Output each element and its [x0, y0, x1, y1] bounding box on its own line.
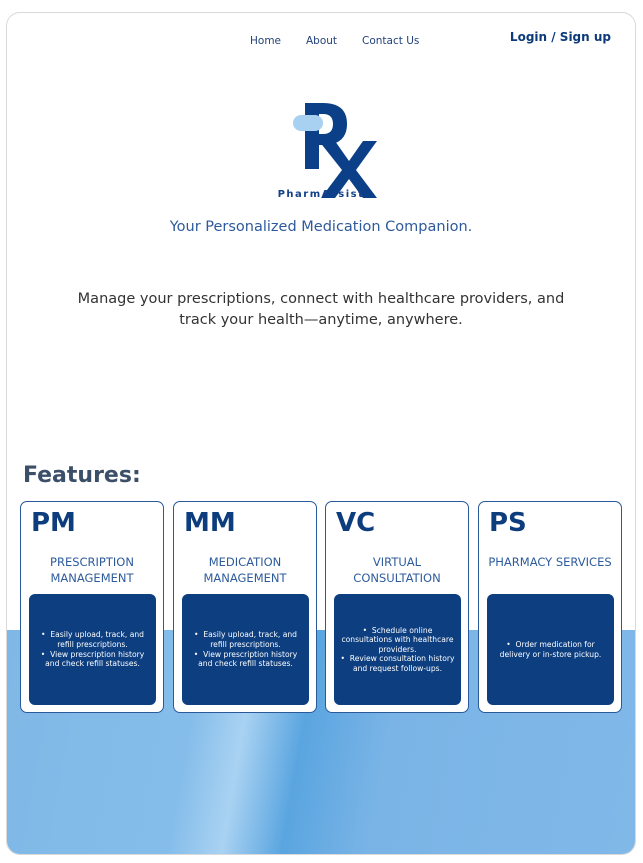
- nav-contact-link[interactable]: Contact Us: [362, 35, 419, 47]
- brand-tagline: Your Personalized Medication Companion.: [169, 219, 473, 235]
- page-frame: Home About Contact Us Login / Sign up Ph…: [6, 12, 636, 855]
- feature-bullet-list: Easily upload, track, and refill prescri…: [182, 630, 309, 668]
- feature-bullet: Review consultation history and request …: [338, 654, 457, 673]
- login-signup-link[interactable]: Login / Sign up: [510, 30, 611, 44]
- brand-name: PharmAssist: [277, 189, 365, 200]
- feature-card-prescription-management[interactable]: PM PRESCRIPTION MANAGEMENT Easily upload…: [20, 501, 164, 713]
- feature-details-box: Order medication for delivery or in-stor…: [487, 594, 614, 705]
- feature-title: PRESCRIPTION MANAGEMENT: [50, 555, 134, 585]
- feature-abbreviation: VC: [336, 508, 376, 538]
- feature-bullet: View prescription history and check refi…: [33, 650, 152, 669]
- feature-bullet-list: Order medication for delivery or in-stor…: [487, 640, 614, 659]
- feature-bullet-list: Schedule online consultations with healt…: [334, 626, 461, 674]
- feature-title: VIRTUAL CONSULTATION: [353, 555, 441, 585]
- feature-details-box: Easily upload, track, and refill prescri…: [29, 594, 156, 705]
- feature-card-virtual-consultation[interactable]: VC VIRTUAL CONSULTATION Schedule online …: [325, 501, 469, 713]
- hero-description: Manage your prescriptions, connect with …: [77, 291, 565, 328]
- feature-details-box: Schedule online consultations with healt…: [334, 594, 461, 705]
- feature-bullet: Easily upload, track, and refill prescri…: [33, 630, 152, 649]
- feature-bullet-list: Easily upload, track, and refill prescri…: [29, 630, 156, 668]
- feature-bullet: View prescription history and check refi…: [186, 650, 305, 669]
- nav-about-link[interactable]: About: [306, 35, 337, 47]
- feature-title: MEDICATION MANAGEMENT: [203, 555, 287, 585]
- nav-home-link[interactable]: Home: [250, 35, 281, 47]
- feature-details-box: Easily upload, track, and refill prescri…: [182, 594, 309, 705]
- feature-card-medication-management[interactable]: MM MEDICATION MANAGEMENT Easily upload, …: [173, 501, 317, 713]
- feature-bullet: Easily upload, track, and refill prescri…: [186, 630, 305, 649]
- feature-bullet: Order medication for delivery or in-stor…: [491, 640, 610, 659]
- feature-bullet: Schedule online consultations with healt…: [338, 626, 457, 655]
- feature-abbreviation: PM: [31, 508, 76, 538]
- feature-card-pharmacy-services[interactable]: PS PHARMACY SERVICES Order medication fo…: [478, 501, 622, 713]
- rx-logo-icon: [293, 103, 377, 198]
- feature-title: PHARMACY SERVICES: [488, 555, 612, 569]
- feature-abbreviation: MM: [184, 508, 236, 538]
- feature-abbreviation: PS: [489, 508, 527, 538]
- features-heading: Features:: [23, 463, 141, 488]
